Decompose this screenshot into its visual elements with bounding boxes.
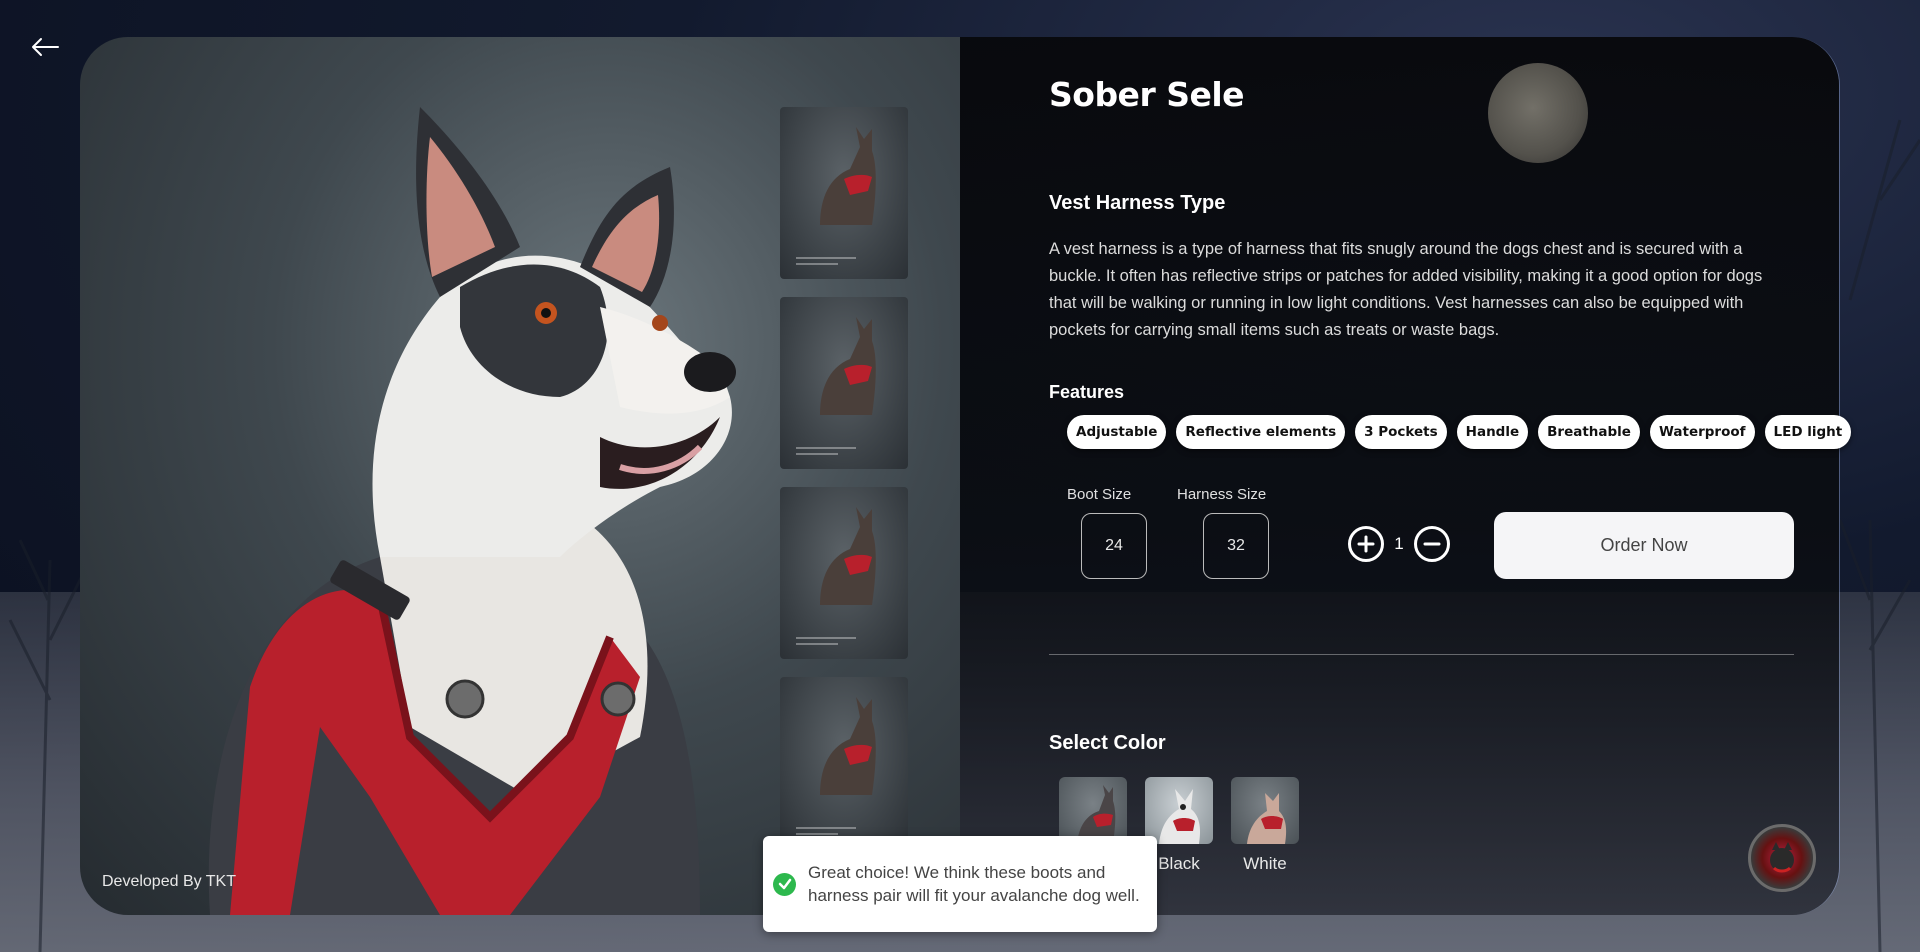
select-color-heading: Select Color (1049, 732, 1166, 754)
dog-thumbnail-image (820, 507, 876, 605)
dog-thumbnail-image (820, 317, 876, 415)
toast-message: Great choice! We think these boots and h… (808, 863, 1140, 905)
thumbnail-item[interactable] (780, 677, 908, 849)
boot-size-field[interactable]: 24 (1081, 513, 1147, 579)
color-swatch-white[interactable]: White (1231, 777, 1299, 874)
user-avatar[interactable] (1748, 824, 1816, 892)
feature-chip-list: Adjustable Reflective elements 3 Pockets… (1067, 415, 1852, 449)
gallery-panel: Developed By TKT (80, 37, 960, 915)
feature-chip[interactable]: Reflective elements (1176, 415, 1346, 449)
section-divider (1049, 654, 1794, 655)
harness-size-field[interactable]: 32 (1203, 513, 1269, 579)
check-circle-icon (773, 872, 796, 896)
feature-chip[interactable]: 3 Pockets (1355, 415, 1447, 449)
increment-button[interactable] (1348, 526, 1384, 562)
thumbnail-list (780, 107, 908, 849)
back-button[interactable] (28, 30, 62, 64)
black-harness-thumbnail (1145, 777, 1213, 844)
white-harness-thumbnail (1231, 777, 1299, 844)
thumbnail-item[interactable] (780, 487, 908, 659)
features-heading: Features (1049, 382, 1125, 402)
dog-avatar-icon (1770, 842, 1794, 873)
feature-chip[interactable]: Breathable (1538, 415, 1640, 449)
decrement-button[interactable] (1414, 526, 1450, 562)
dog-thumbnail-image (820, 127, 876, 225)
harness-type-heading: Vest Harness Type (1049, 192, 1226, 214)
order-now-button[interactable]: Order Now (1494, 512, 1794, 579)
quantity-stepper: 1 (1348, 526, 1450, 562)
feature-chip[interactable]: Waterproof (1649, 415, 1755, 449)
harness-size-label: Harness Size (1177, 486, 1267, 503)
arrow-left-icon (32, 38, 59, 56)
product-card: Developed By TKT (80, 37, 1840, 915)
product-title: Sober Sele (1049, 75, 1245, 114)
thumbnail-item[interactable] (780, 297, 908, 469)
developer-credit: Developed By TKT (102, 873, 236, 890)
boot-size-group: Boot Size 24 (1067, 486, 1147, 579)
color-swatch-label: White (1243, 854, 1287, 873)
product-description: A vest harness is a type of harness that… (1049, 240, 1763, 339)
harness-size-group: Harness Size 32 (1177, 486, 1269, 579)
boot-size-label: Boot Size (1067, 486, 1132, 503)
moon-decoration (1488, 63, 1588, 163)
success-toast: Great choice! We think these boots and h… (763, 836, 1157, 932)
dog-thumbnail-image (820, 697, 876, 795)
thumbnail-item[interactable] (780, 107, 908, 279)
feature-chip[interactable]: Handle (1456, 415, 1529, 449)
red-harness-thumbnail (1059, 777, 1127, 844)
feature-chip[interactable]: LED light (1764, 415, 1852, 449)
feature-chip[interactable]: Adjustable (1067, 415, 1167, 449)
quantity-value: 1 (1394, 534, 1404, 553)
minus-icon (1423, 542, 1441, 546)
plus-icon (1357, 535, 1375, 553)
